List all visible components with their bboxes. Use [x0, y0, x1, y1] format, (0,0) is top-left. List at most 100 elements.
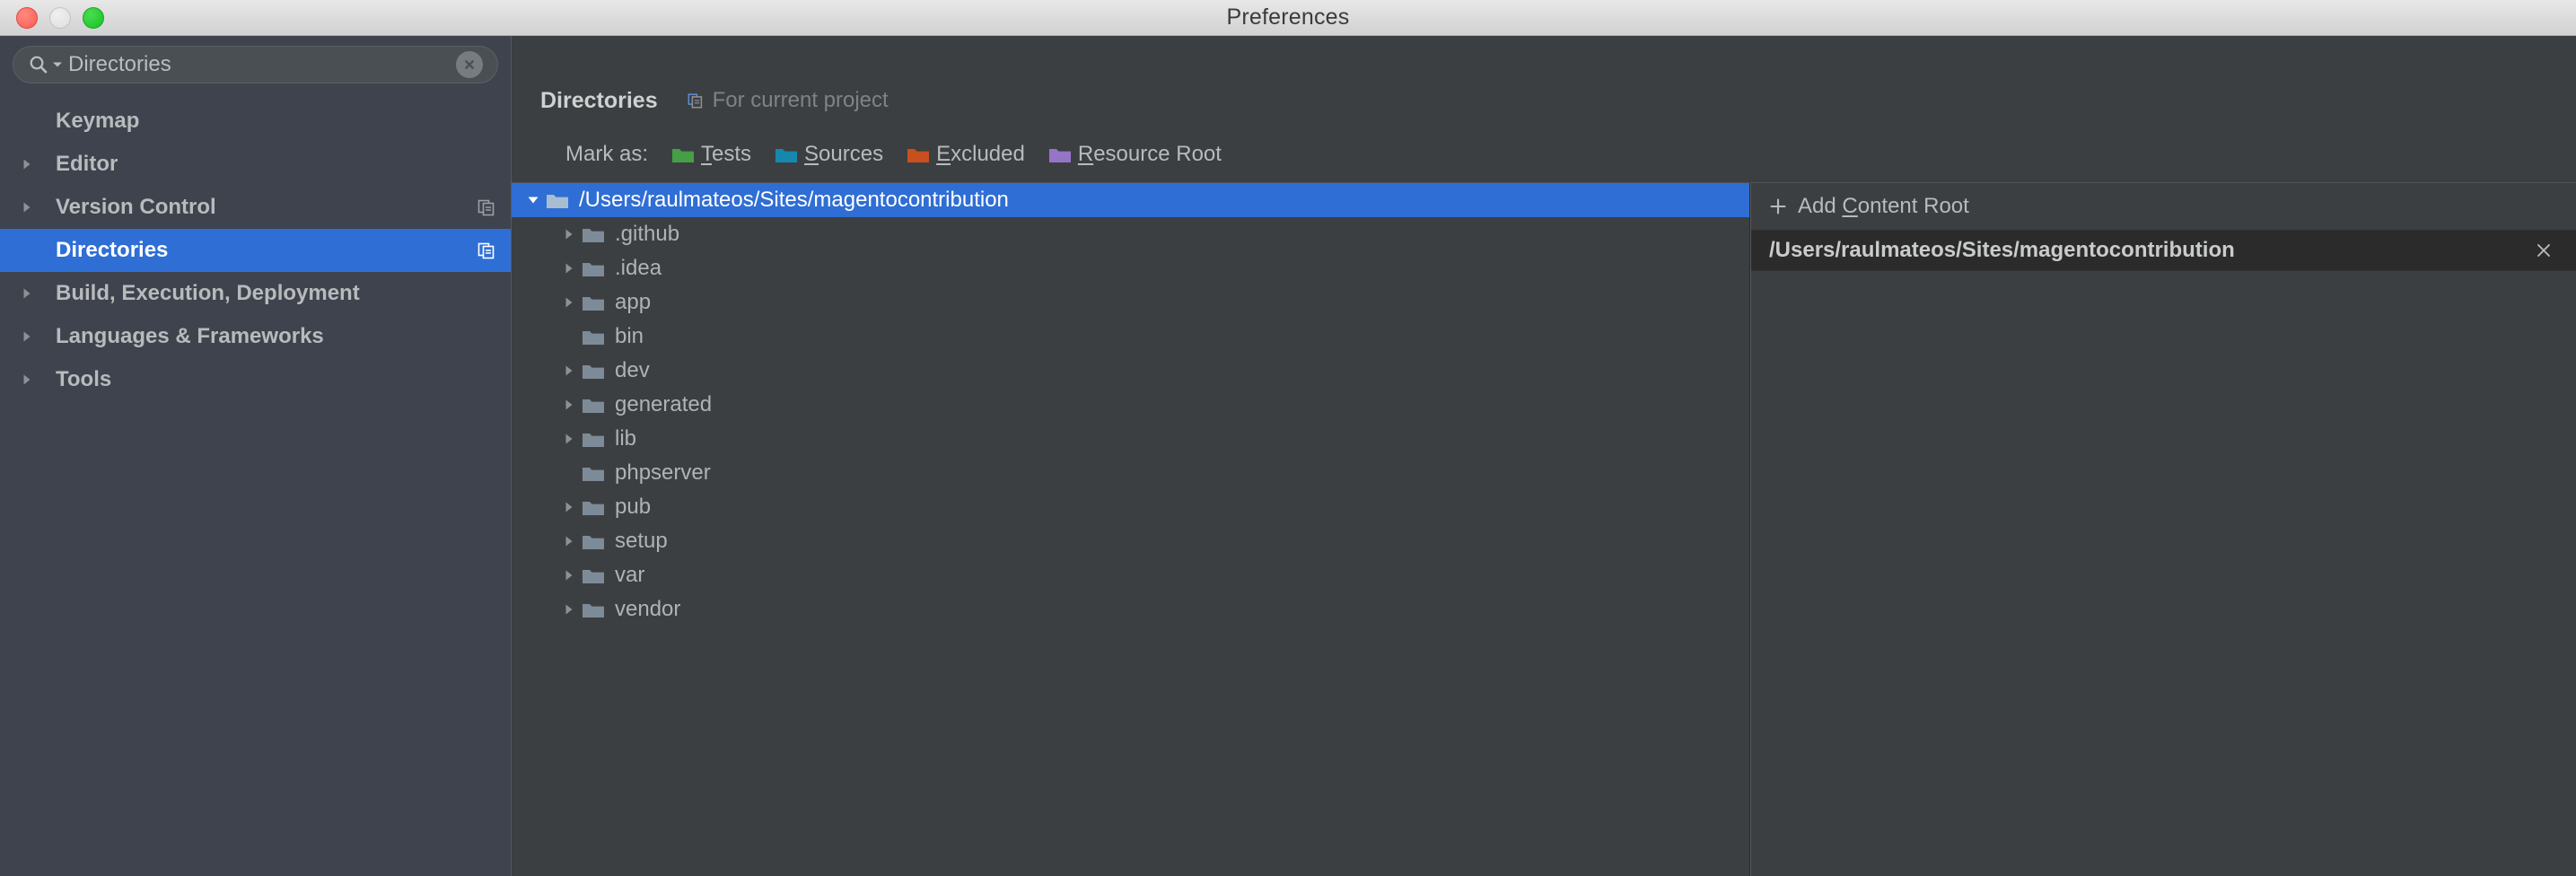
close-icon[interactable] — [2531, 238, 2556, 263]
folder-icon — [582, 293, 605, 311]
sidebar-item-label: Tools — [56, 367, 112, 391]
chevron-right-icon[interactable] — [556, 432, 582, 446]
folder-icon — [582, 225, 605, 243]
tree-row[interactable]: var — [512, 558, 1749, 592]
sidebar-item-label: Directories — [56, 238, 169, 262]
chevron-right-icon[interactable] — [556, 568, 582, 583]
mark-as-sources-button[interactable]: Sources — [775, 142, 883, 167]
sidebar-item-label: Languages & Frameworks — [56, 324, 324, 348]
chevron-right-icon[interactable] — [556, 500, 582, 514]
search-dropdown-chevron-icon[interactable] — [52, 59, 63, 70]
chevron-right-icon[interactable] — [20, 143, 47, 186]
tree-row-label: phpserver — [615, 460, 711, 485]
mark-as-sources-label: Sources — [804, 142, 884, 166]
mark-as-toolbar: Mark as: Tests Sources Excluded Resource… — [540, 116, 2576, 171]
folder-icon-excluded — [907, 145, 930, 163]
clear-search-icon[interactable] — [456, 51, 483, 78]
chevron-right-icon[interactable] — [556, 227, 582, 241]
sidebar-item-tools[interactable]: Tools — [0, 358, 511, 401]
mark-as-tests-button[interactable]: Tests — [671, 142, 751, 167]
tree-row[interactable]: setup — [512, 524, 1749, 558]
directories-content: /Users/raulmateos/Sites/magentocontribut… — [512, 182, 2576, 876]
window-titlebar: Preferences — [0, 0, 2576, 36]
tree-row-label: var — [615, 563, 645, 587]
chevron-right-icon[interactable] — [556, 295, 582, 310]
mark-as-resource-root-button[interactable]: Resource Root — [1048, 142, 1222, 167]
folder-icon — [582, 498, 605, 516]
mark-as-tests-label: Tests — [701, 142, 752, 166]
settings-sidebar: Directories Keymap Editor Version Contro… — [0, 36, 512, 876]
tree-row[interactable]: app — [512, 285, 1749, 320]
sidebar-item-build-execution-deployment[interactable]: Build, Execution, Deployment — [0, 272, 511, 315]
folder-icon-tests — [671, 145, 695, 163]
close-window-button[interactable] — [16, 6, 38, 29]
chevron-right-icon[interactable] — [20, 272, 47, 315]
tree-row-label: lib — [615, 426, 637, 451]
scope-label: For current project — [712, 88, 889, 112]
content-roots-panel: Add Content Root /Users/raulmateos/Sites… — [1750, 182, 2576, 876]
tree-row[interactable]: vendor — [512, 592, 1749, 626]
mark-as-resource-root-label: Resource Root — [1077, 142, 1222, 166]
sidebar-item-languages-frameworks[interactable]: Languages & Frameworks — [0, 315, 511, 358]
project-scope-icon — [477, 197, 496, 217]
tree-row-label: .github — [615, 222, 680, 246]
chevron-right-icon[interactable] — [556, 602, 582, 617]
chevron-right-icon[interactable] — [556, 534, 582, 548]
content-root-entry[interactable]: /Users/raulmateos/Sites/magentocontribut… — [1751, 230, 2576, 271]
sidebar-item-editor[interactable]: Editor — [0, 143, 511, 186]
add-content-root-button[interactable]: Add Content Root — [1751, 183, 2576, 230]
tree-row-label: app — [615, 290, 652, 314]
tree-row[interactable]: phpserver — [512, 456, 1749, 490]
panel-title-row: Directories For current project — [540, 85, 2576, 116]
tree-row-label: /Users/raulmateos/Sites/magentocontribut… — [579, 188, 1009, 212]
folder-icon-resource-root — [1048, 145, 1072, 163]
tree-row[interactable]: bin — [512, 320, 1749, 354]
search-input[interactable]: Directories — [68, 52, 456, 77]
tree-row[interactable]: generated — [512, 388, 1749, 422]
settings-nav-list: Keymap Editor Version Control Directorie… — [0, 100, 511, 401]
chevron-right-icon[interactable] — [556, 261, 582, 276]
scope-indicator: For current project — [687, 88, 889, 113]
tree-row-label: dev — [615, 358, 650, 382]
tree-row[interactable]: pub — [512, 490, 1749, 524]
tree-row[interactable]: .idea — [512, 251, 1749, 285]
chevron-right-icon[interactable] — [20, 358, 47, 401]
content-root-path: /Users/raulmateos/Sites/magentocontribut… — [1769, 238, 2235, 262]
window-title: Preferences — [1226, 4, 1350, 30]
folder-icon — [582, 396, 605, 414]
folder-icon-sources — [775, 145, 798, 163]
sidebar-item-directories[interactable]: Directories — [0, 229, 511, 272]
chevron-down-icon[interactable] — [521, 193, 546, 207]
folder-icon — [582, 430, 605, 448]
chevron-right-icon[interactable] — [20, 315, 47, 358]
sidebar-item-keymap[interactable]: Keymap — [0, 100, 511, 143]
sidebar-item-version-control[interactable]: Version Control — [0, 186, 511, 229]
chevron-right-icon[interactable] — [556, 398, 582, 412]
tree-row[interactable]: dev — [512, 354, 1749, 388]
sidebar-item-label: Keymap — [56, 109, 140, 133]
maximize-window-button[interactable] — [83, 6, 104, 29]
folder-icon — [582, 259, 605, 277]
folder-icon — [582, 464, 605, 482]
minimize-window-button[interactable] — [49, 6, 71, 29]
folder-icon — [582, 362, 605, 380]
search-icon — [28, 54, 49, 75]
add-content-root-label: Add Content Root — [1798, 194, 1969, 218]
sidebar-item-label: Build, Execution, Deployment — [56, 281, 360, 305]
panel-header: Directories For current project Mark as:… — [512, 36, 2576, 171]
directory-tree[interactable]: /Users/raulmateos/Sites/magentocontribut… — [512, 182, 1750, 876]
tree-row-label: generated — [615, 392, 713, 416]
settings-search-field[interactable]: Directories — [13, 46, 498, 83]
mark-as-excluded-button[interactable]: Excluded — [907, 142, 1025, 167]
tree-row[interactable]: .github — [512, 217, 1749, 251]
tree-row[interactable]: lib — [512, 422, 1749, 456]
tree-row[interactable]: /Users/raulmateos/Sites/magentocontribut… — [512, 183, 1749, 217]
chevron-right-icon[interactable] — [20, 186, 47, 229]
tree-row-label: .idea — [615, 256, 662, 280]
directories-panel: Directories For current project Mark as:… — [512, 36, 2576, 876]
tree-row-label: setup — [615, 529, 668, 553]
chevron-right-icon[interactable] — [556, 364, 582, 378]
search-container: Directories — [0, 36, 511, 83]
folder-icon — [582, 328, 605, 346]
twisty-placeholder — [20, 229, 47, 272]
